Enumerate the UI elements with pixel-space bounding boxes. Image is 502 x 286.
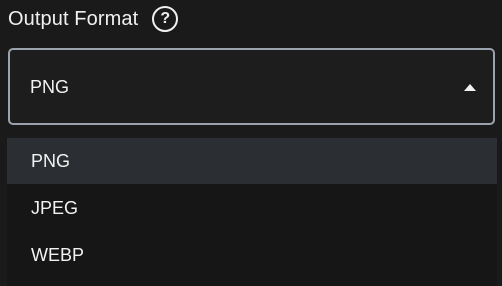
help-icon[interactable]: ? — [152, 6, 179, 32]
dropdown-menu: PNG JPEG WEBP — [7, 138, 497, 286]
option-label: JPEG — [31, 198, 79, 218]
help-glyph: ? — [160, 10, 171, 27]
output-format-label: Output Format — [8, 7, 139, 30]
caret-up-icon — [464, 84, 476, 91]
option-label: WEBP — [31, 245, 85, 265]
option-label: PNG — [31, 151, 71, 171]
option-webp[interactable]: WEBP — [7, 232, 497, 278]
option-jpeg[interactable]: JPEG — [7, 185, 497, 231]
output-format-select[interactable]: PNG — [8, 48, 495, 125]
option-png[interactable]: PNG — [7, 138, 497, 184]
field-label-row: Output Format ? — [8, 4, 179, 34]
select-value: PNG — [30, 77, 70, 97]
